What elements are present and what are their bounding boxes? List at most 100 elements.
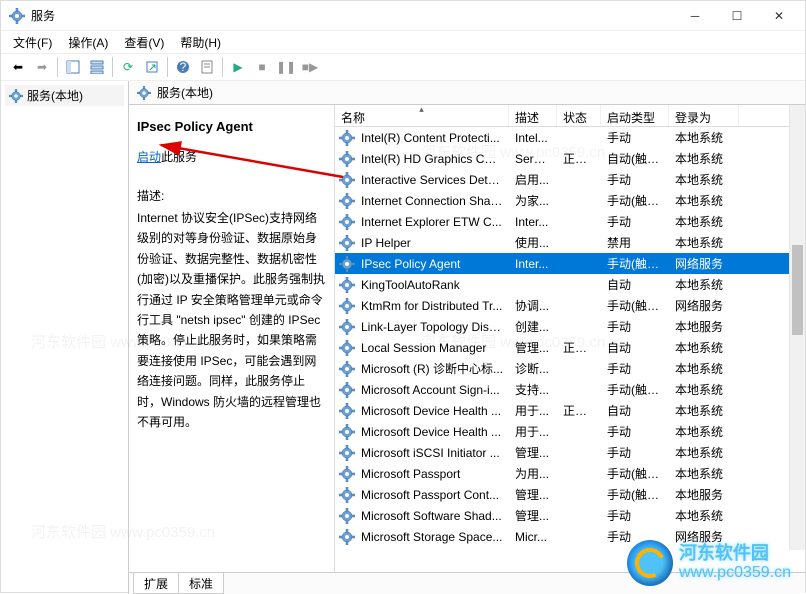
start-service-link[interactable]: 启动	[137, 150, 161, 164]
table-row[interactable]: Microsoft Storage Space...Micr...手动网络服务	[335, 526, 805, 547]
right-header-title: 服务(本地)	[157, 84, 213, 101]
table-row[interactable]: Link-Layer Topology Disc...创建...手动本地服务	[335, 316, 805, 337]
cell-desc: 管理...	[509, 507, 557, 524]
table-row[interactable]: Microsoft iSCSI Initiator ...管理...手动本地系统	[335, 442, 805, 463]
help-button[interactable]: ?	[172, 56, 194, 78]
restart-service-button[interactable]: ■▶	[299, 56, 321, 78]
col-logon[interactable]: 登录为	[669, 105, 739, 126]
table-row[interactable]: IPsec Policy AgentInter...手动(触发...网络服务	[335, 253, 805, 274]
services-icon	[137, 86, 151, 100]
view-detail-button[interactable]	[62, 56, 84, 78]
menu-view[interactable]: 查看(V)	[118, 32, 170, 53]
cell-status: 正在...	[557, 150, 601, 167]
table-row[interactable]: Microsoft Device Health ...用于...正在...自动本…	[335, 400, 805, 421]
pause-service-button[interactable]: ❚❚	[275, 56, 297, 78]
service-gear-icon	[339, 172, 355, 188]
menu-action[interactable]: 操作(A)	[62, 32, 114, 53]
cell-desc: 管理...	[509, 444, 557, 461]
cell-startup: 手动	[601, 444, 669, 461]
minimize-button[interactable]: ─	[677, 4, 713, 28]
service-gear-icon	[339, 403, 355, 419]
cell-logon: 本地系统	[669, 465, 739, 482]
cell-name: Local Session Manager	[355, 341, 509, 355]
cell-desc: Servi...	[509, 152, 557, 166]
back-button[interactable]: ⬅	[7, 56, 29, 78]
service-gear-icon	[339, 214, 355, 230]
table-row[interactable]: Microsoft Device Health ...用于...手动本地系统	[335, 421, 805, 442]
view-list-button[interactable]	[86, 56, 108, 78]
tab-extended[interactable]: 扩展	[133, 573, 179, 594]
cell-logon: 本地系统	[669, 381, 739, 398]
col-desc[interactable]: 描述	[509, 105, 557, 126]
col-startup[interactable]: 启动类型	[601, 105, 669, 126]
cell-startup: 手动	[601, 423, 669, 440]
cell-name: KtmRm for Distributed Tr...	[355, 299, 509, 313]
table-row[interactable]: Internet Connection Shari...为家...手动(触发..…	[335, 190, 805, 211]
table-row[interactable]: IP Helper使用...禁用本地系统	[335, 232, 805, 253]
table-row[interactable]: Microsoft Software Shad...管理...手动本地系统	[335, 505, 805, 526]
close-button[interactable]: ✕	[761, 4, 797, 28]
cell-startup: 手动	[601, 213, 669, 230]
service-gear-icon	[339, 298, 355, 314]
cell-desc: 为用...	[509, 465, 557, 482]
table-row[interactable]: Local Session Manager管理...正在...自动本地系统	[335, 337, 805, 358]
cell-logon: 本地系统	[669, 150, 739, 167]
col-status[interactable]: 状态	[557, 105, 601, 126]
properties-button[interactable]	[196, 56, 218, 78]
sort-asc-icon: ▴	[419, 105, 424, 115]
cell-logon: 本地系统	[669, 171, 739, 188]
stop-service-button[interactable]: ■	[251, 56, 273, 78]
cell-name: Microsoft Device Health ...	[355, 404, 509, 418]
export-button[interactable]	[141, 56, 163, 78]
detail-pane: IPsec Policy Agent 启动此服务 描述: Internet 协议…	[129, 105, 335, 572]
cell-logon: 本地系统	[669, 276, 739, 293]
table-row[interactable]: KingToolAutoRank自动本地系统	[335, 274, 805, 295]
cell-startup: 禁用	[601, 234, 669, 251]
table-row[interactable]: Interactive Services Dete...启用...手动本地系统	[335, 169, 805, 190]
cell-name: Microsoft Passport	[355, 467, 509, 481]
menu-file[interactable]: 文件(F)	[7, 32, 58, 53]
col-name[interactable]: 名称▴	[335, 105, 509, 126]
service-gear-icon	[339, 382, 355, 398]
cell-desc: 诊断...	[509, 360, 557, 377]
scrollbar-thumb[interactable]	[792, 245, 803, 335]
tree-root-services-local[interactable]: 服务(本地)	[5, 85, 124, 106]
table-row[interactable]: Microsoft Passport Cont...管理...手动(触发...本…	[335, 484, 805, 505]
svg-text:?: ?	[180, 60, 187, 74]
table-row[interactable]: Microsoft (R) 诊断中心标...诊断...手动本地系统	[335, 358, 805, 379]
refresh-button[interactable]: ⟳	[117, 56, 139, 78]
cell-name: Microsoft Passport Cont...	[355, 488, 509, 502]
table-row[interactable]: Intel(R) HD Graphics Con...Servi...正在...…	[335, 148, 805, 169]
service-list: 名称▴ 描述 状态 启动类型 登录为 Intel(R) Content Prot…	[335, 105, 805, 572]
vertical-scrollbar[interactable]	[789, 105, 805, 550]
cell-name: IPsec Policy Agent	[355, 257, 509, 271]
cell-desc: 管理...	[509, 486, 557, 503]
tree-root-label: 服务(本地)	[27, 87, 83, 104]
tab-standard[interactable]: 标准	[178, 573, 224, 594]
cell-desc: 使用...	[509, 234, 557, 251]
cell-startup: 手动(触发...	[601, 192, 669, 209]
table-row[interactable]: KtmRm for Distributed Tr...协调...手动(触发...…	[335, 295, 805, 316]
cell-startup: 手动(触发...	[601, 381, 669, 398]
cell-startup: 自动(触发...	[601, 150, 669, 167]
description-label: 描述:	[137, 187, 326, 204]
cell-logon: 本地系统	[669, 444, 739, 461]
forward-button[interactable]: ➡	[31, 56, 53, 78]
cell-startup: 手动(触发...	[601, 297, 669, 314]
table-row[interactable]: Microsoft Passport为用...手动(触发...本地系统	[335, 463, 805, 484]
cell-startup: 手动	[601, 318, 669, 335]
service-gear-icon	[339, 130, 355, 146]
selected-service-name: IPsec Policy Agent	[137, 119, 326, 134]
table-row[interactable]: Microsoft Account Sign-i...支持...手动(触发...…	[335, 379, 805, 400]
service-gear-icon	[339, 193, 355, 209]
maximize-button[interactable]: ☐	[719, 4, 755, 28]
table-row[interactable]: Internet Explorer ETW C...Inter...手动本地系统	[335, 211, 805, 232]
start-service-button[interactable]: ▶	[227, 56, 249, 78]
cell-name: Interactive Services Dete...	[355, 173, 509, 187]
table-row[interactable]: Intel(R) Content Protecti...Intel...手动本地…	[335, 127, 805, 148]
cell-desc: Inter...	[509, 257, 557, 271]
cell-name: Microsoft (R) 诊断中心标...	[355, 360, 509, 377]
service-gear-icon	[339, 256, 355, 272]
menu-help[interactable]: 帮助(H)	[174, 32, 227, 53]
service-gear-icon	[339, 361, 355, 377]
